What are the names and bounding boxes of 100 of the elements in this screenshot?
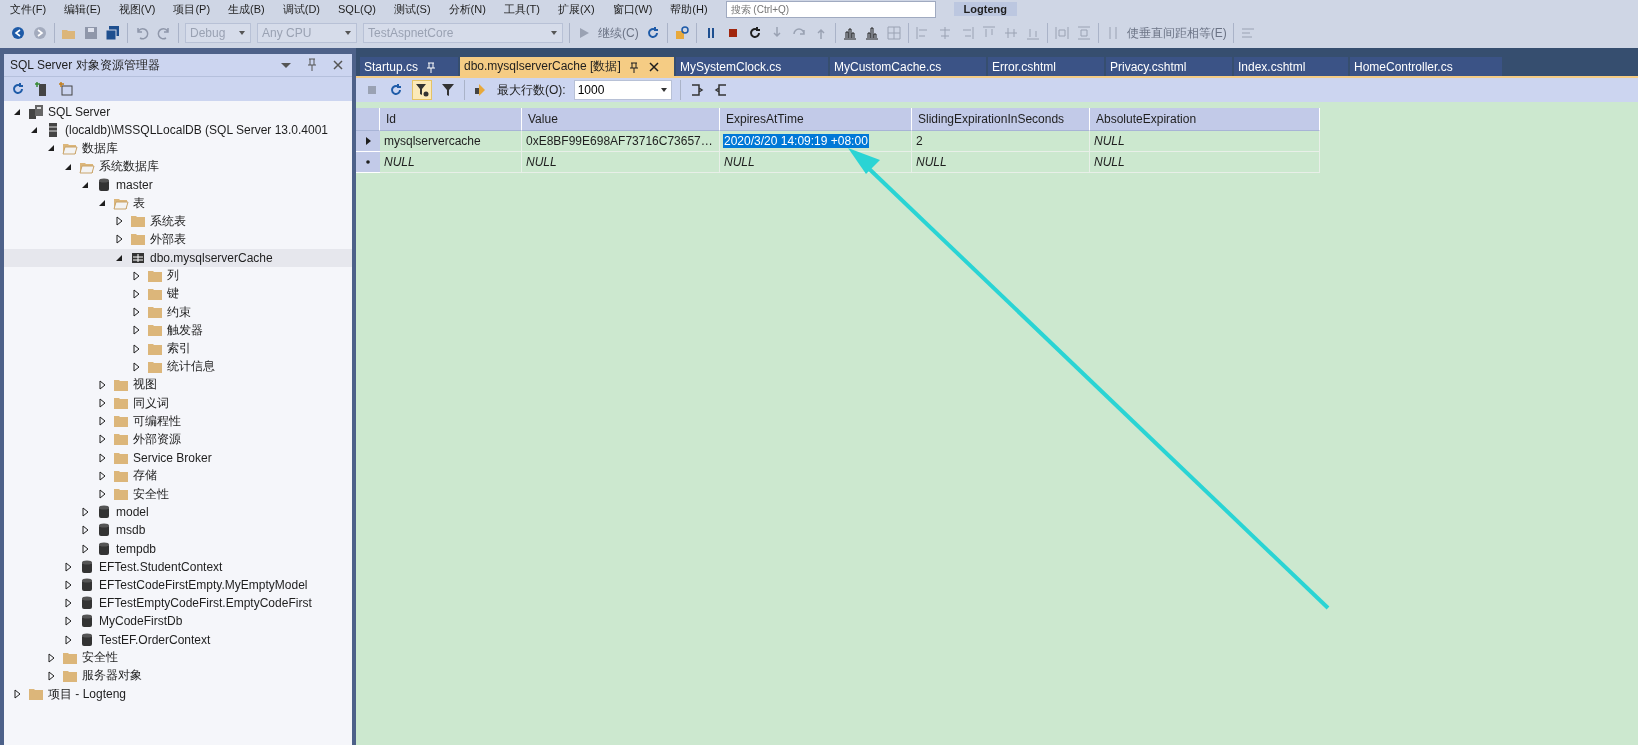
document-tab[interactable]: MyCustomCache.cs <box>830 57 986 76</box>
table-cell[interactable]: 0xE8BF99E698AF73716C73657… <box>522 131 720 152</box>
column-header[interactable]: SlidingExpirationInSeconds <box>912 108 1090 131</box>
column-header[interactable]: Id <box>380 108 522 131</box>
tree-item[interactable]: tempdb <box>4 539 352 558</box>
max-rows-dropdown[interactable]: 1000 <box>573 80 672 100</box>
table-cell[interactable]: NULL <box>912 152 1090 173</box>
menu-item[interactable]: 扩展(X) <box>557 1 595 17</box>
collapsed-arrow-icon[interactable] <box>63 598 73 609</box>
menu-item[interactable]: 项目(P) <box>173 1 211 17</box>
tree-item[interactable]: 系统表 <box>4 212 352 231</box>
table-cell[interactable]: NULL <box>522 152 720 173</box>
tree-item[interactable]: msdb <box>4 521 352 540</box>
tree-item[interactable]: TestEF.OrderContext <box>4 630 352 649</box>
close-icon[interactable] <box>646 59 661 74</box>
import-icon[interactable] <box>712 82 729 98</box>
collapsed-arrow-icon[interactable] <box>97 398 107 409</box>
collapsed-arrow-icon[interactable] <box>131 343 141 354</box>
collapsed-arrow-icon[interactable] <box>46 652 56 663</box>
tree-item[interactable]: dbo.mysqlserverCache <box>4 248 352 267</box>
menu-item[interactable]: 帮助(H) <box>670 1 708 17</box>
tree-item[interactable]: 视图 <box>4 375 352 394</box>
menu-item[interactable]: 工具(T) <box>503 1 540 17</box>
collapsed-arrow-icon[interactable] <box>131 325 141 336</box>
tree-item[interactable]: 同义词 <box>4 394 352 413</box>
tree-item[interactable]: 存储 <box>4 466 352 485</box>
tree-item[interactable]: 约束 <box>4 303 352 322</box>
collapsed-arrow-icon[interactable] <box>80 543 90 554</box>
menu-item[interactable]: 视图(V) <box>118 1 156 17</box>
collapsed-arrow-icon[interactable] <box>97 434 107 445</box>
tree-item[interactable]: 系统数据库 <box>4 157 352 176</box>
expanded-arrow-icon[interactable] <box>97 198 107 209</box>
collapsed-arrow-icon[interactable] <box>114 216 124 227</box>
tree-item[interactable]: 安全性 <box>4 484 352 504</box>
expanded-arrow-icon[interactable] <box>12 107 22 118</box>
document-tab[interactable]: HomeController.cs <box>1350 57 1502 76</box>
collapsed-arrow-icon[interactable] <box>63 561 73 572</box>
menu-item[interactable]: 文件(F) <box>10 1 47 17</box>
document-tab[interactable]: MySystemClock.cs <box>676 57 828 76</box>
table-cell[interactable]: NULL <box>1090 131 1320 152</box>
tree-item[interactable]: master <box>4 175 352 194</box>
find-icon[interactable] <box>673 25 690 41</box>
collapsed-arrow-icon[interactable] <box>80 525 90 536</box>
menu-item[interactable]: 窗口(W) <box>612 1 653 17</box>
apply-filter-button[interactable] <box>412 80 432 100</box>
document-tab[interactable]: Startup.cs <box>360 57 458 76</box>
tree-item[interactable]: 触发器 <box>4 321 352 340</box>
tree-item[interactable]: model <box>4 503 352 522</box>
column-header[interactable]: AbsoluteExpiration <box>1090 108 1320 131</box>
row-header[interactable] <box>356 131 380 152</box>
caret-icon[interactable] <box>659 86 668 94</box>
tree-item[interactable]: 外部表 <box>4 230 352 249</box>
collapsed-arrow-icon[interactable] <box>131 288 141 299</box>
collapsed-arrow-icon[interactable] <box>80 507 90 518</box>
tree-item[interactable]: 数据库 <box>4 139 352 158</box>
tree-item[interactable]: 表 <box>4 193 352 213</box>
collapsed-arrow-icon[interactable] <box>63 616 73 627</box>
table-cell[interactable]: 2 <box>912 131 1090 152</box>
menu-item[interactable]: 测试(S) <box>393 1 431 17</box>
column-header[interactable]: Value <box>522 108 720 131</box>
collapsed-arrow-icon[interactable] <box>131 307 141 318</box>
table-cell[interactable]: NULL <box>1090 152 1320 173</box>
tree-item[interactable]: 安全性 <box>4 648 352 667</box>
tree-item[interactable]: 可编程性 <box>4 412 352 431</box>
document-tab[interactable]: Index.cshtml <box>1234 57 1348 76</box>
collapsed-arrow-icon[interactable] <box>114 234 124 245</box>
collapsed-arrow-icon[interactable] <box>63 634 73 645</box>
tree-item[interactable]: 项目 - Logteng <box>4 685 352 704</box>
document-tab[interactable]: Privacy.cshtml <box>1106 57 1232 76</box>
refresh-icon[interactable] <box>10 81 26 97</box>
tree-item[interactable]: SQL Server <box>4 103 352 122</box>
expanded-arrow-icon[interactable] <box>46 143 56 154</box>
search-field[interactable]: 搜索 (Ctrl+Q) <box>725 0 936 18</box>
tree-item[interactable]: 服务器对象 <box>4 666 352 685</box>
menu-item[interactable]: 生成(B) <box>228 1 265 17</box>
document-tab[interactable]: dbo.mysqlserverCache [数据] <box>460 57 674 76</box>
save-all-icon[interactable] <box>105 25 121 41</box>
tree-item[interactable]: 统计信息 <box>4 357 352 376</box>
menu-item[interactable]: 调试(D) <box>282 1 320 17</box>
tree-item[interactable]: 列 <box>4 266 352 285</box>
tree-item[interactable]: 索引 <box>4 339 352 358</box>
tree-item[interactable]: (localdb)\MSSQLLocalDB (SQL Server 13.0.4001 <box>4 121 352 140</box>
tree-item[interactable]: MyCodeFirstDb <box>4 612 352 631</box>
expanded-arrow-icon[interactable] <box>29 125 39 136</box>
collapsed-arrow-icon[interactable] <box>12 689 22 700</box>
menu-item[interactable]: 分析(N) <box>448 1 486 17</box>
back-icon[interactable] <box>10 25 26 41</box>
refresh-icon[interactable] <box>388 82 404 98</box>
collapsed-arrow-icon[interactable] <box>97 470 107 481</box>
tree-item[interactable]: EFTestCodeFirstEmpty.MyEmptyModel <box>4 575 352 595</box>
tree-item[interactable]: Service Broker <box>4 448 352 467</box>
menu-item[interactable]: SQL(Q) <box>338 3 376 15</box>
tree-item[interactable]: 键 <box>4 284 352 304</box>
collapsed-arrow-icon[interactable] <box>97 379 107 390</box>
tree-item[interactable]: EFTest.StudentContext <box>4 557 352 576</box>
collapsed-arrow-icon[interactable] <box>97 489 107 500</box>
tree-item[interactable]: 外部资源 <box>4 430 352 449</box>
table-cell[interactable]: NULL <box>380 152 522 173</box>
collapsed-arrow-icon[interactable] <box>131 270 141 281</box>
collapsed-arrow-icon[interactable] <box>63 579 73 590</box>
